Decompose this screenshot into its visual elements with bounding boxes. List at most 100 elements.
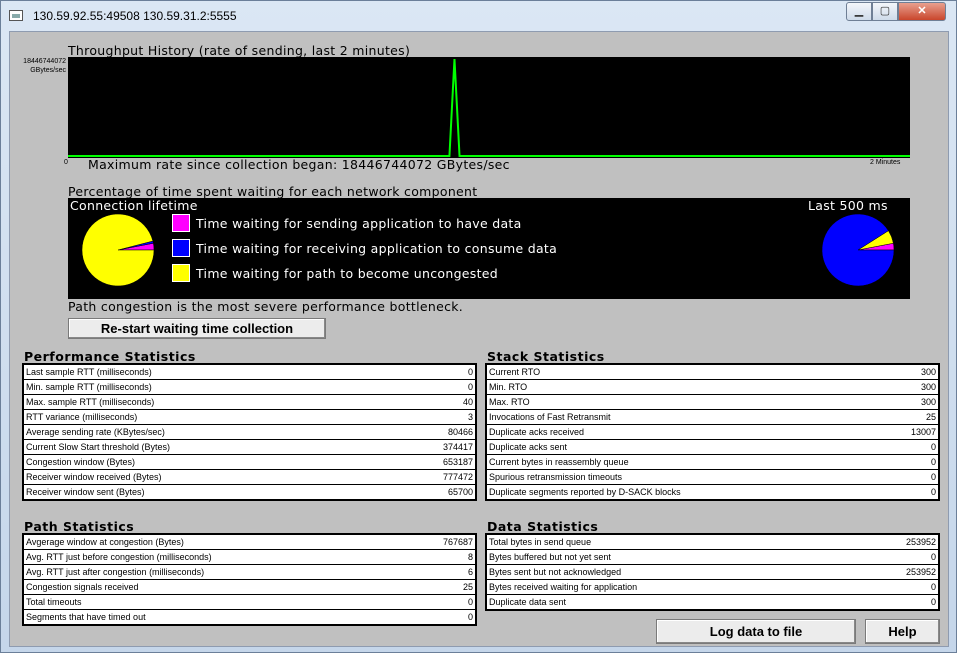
max-rate-text: Maximum rate since collection began: 184… [88, 157, 510, 172]
lifetime-pie-chart [81, 213, 155, 287]
x-max-label: 2 Minutes [870, 159, 901, 166]
stat-label: Current RTO [489, 367, 541, 377]
table-row: Congestion window (Bytes) 653187 [24, 455, 475, 469]
close-button[interactable]: ✕ [898, 2, 946, 21]
path-table: Avgerage window at congestion (Bytes) 767… [22, 533, 477, 626]
stat-value: 0 [467, 612, 473, 622]
stat-value: 653187 [442, 457, 473, 467]
stat-label: Min. RTO [489, 382, 528, 392]
path-title: Path Statistics [24, 519, 135, 534]
stat-value: 25 [925, 412, 936, 422]
table-row: Receiver window received (Bytes) 777472 [24, 470, 475, 484]
table-row: RTT variance (milliseconds) 3 [24, 410, 475, 424]
table-row: Avg. RTT just before congestion (millise… [24, 550, 475, 564]
stat-label: Congestion signals received [26, 582, 139, 592]
table-row: Min. sample RTT (milliseconds) 0 [24, 380, 475, 394]
stat-label: Duplicate acks sent [489, 442, 568, 452]
stat-value: 0 [930, 487, 936, 497]
stat-value: 0 [930, 457, 936, 467]
window-title: 130.59.92.55:49508 130.59.31.2:5555 [33, 9, 237, 23]
bottleneck-text: Path congestion is the most severe perfo… [68, 299, 464, 314]
maximize-button[interactable]: ▢ [872, 2, 898, 21]
stat-label: Max. RTO [489, 397, 530, 407]
waiting-title: Percentage of time spent waiting for eac… [68, 184, 478, 199]
stat-value: 80466 [447, 427, 473, 437]
table-row: Average sending rate (KBytes/sec) 80466 [24, 425, 475, 439]
stat-label: RTT variance (milliseconds) [26, 412, 138, 422]
table-row: Invocations of Fast Retransmit 25 [487, 410, 938, 424]
table-row: Last sample RTT (milliseconds) 0 [24, 365, 475, 379]
stat-label: Congestion window (Bytes) [26, 457, 136, 467]
stat-value: 0 [467, 367, 473, 377]
table-row: Min. RTO 300 [487, 380, 938, 394]
data-title: Data Statistics [487, 519, 599, 534]
table-row: Receiver window sent (Bytes) 65700 [24, 485, 475, 499]
table-row: Current RTO 300 [487, 365, 938, 379]
table-row: Duplicate segments reported by D-SACK bl… [487, 485, 938, 499]
stat-value: 374417 [442, 442, 473, 452]
table-row: Max. sample RTT (milliseconds) 40 [24, 395, 475, 409]
title-bar[interactable]: 130.59.92.55:49508 130.59.31.2:5555 ▁ ▢ … [1, 1, 956, 31]
table-row: Duplicate acks sent 0 [487, 440, 938, 454]
stat-value: 3 [467, 412, 473, 422]
performance-title: Performance Statistics [24, 349, 196, 364]
stat-value: 65700 [447, 487, 473, 497]
throughput-title: Throughput History (rate of sending, las… [68, 43, 411, 58]
stat-label: Segments that have timed out [26, 612, 146, 622]
stat-value: 0 [930, 552, 936, 562]
stat-value: 0 [467, 382, 473, 392]
stat-label: Avg. RTT just before congestion (millise… [26, 552, 212, 562]
performance-table: Last sample RTT (milliseconds) 0 Min. samp… [22, 363, 477, 501]
stat-label: Total bytes in send queue [489, 537, 592, 547]
stat-value: 0 [930, 597, 936, 607]
legend-label-sending-app: Time waiting for sending application to … [196, 216, 522, 231]
stat-label: Bytes received waiting for application [489, 582, 638, 592]
lifetime-pie-slice-2 [81, 213, 155, 287]
stat-label: Avg. RTT just after congestion (millisec… [26, 567, 205, 577]
table-row: Bytes buffered but not yet sent 0 [487, 550, 938, 564]
table-row: Current Slow Start threshold (Bytes) 3744… [24, 440, 475, 454]
data-table: Total bytes in send queue 253952 Bytes buf… [485, 533, 940, 611]
throughput-chart [68, 57, 910, 158]
stat-value: 0 [930, 582, 936, 592]
stat-label: Invocations of Fast Retransmit [489, 412, 611, 422]
stat-label: Avgerage window at congestion (Bytes) [26, 537, 184, 547]
stat-value: 767687 [442, 537, 473, 547]
stat-value: 13007 [910, 427, 936, 437]
app-icon [9, 10, 23, 21]
last-500ms-label: Last 500 ms [808, 198, 888, 213]
stat-value: 6 [467, 567, 473, 577]
throughput-series-line [68, 58, 910, 157]
restart-waiting-button[interactable]: Re-start waiting time collection [68, 318, 326, 339]
table-row: Total bytes in send queue 253952 [487, 535, 938, 549]
stack-title: Stack Statistics [487, 349, 605, 364]
legend-swatch-path [172, 264, 190, 282]
table-row: Spurious retransmission timeouts 0 [487, 470, 938, 484]
stat-label: Current bytes in reassembly queue [489, 457, 629, 467]
stat-value: 8 [467, 552, 473, 562]
stat-label: Min. sample RTT (milliseconds) [26, 382, 152, 392]
table-row: Avg. RTT just after congestion (millisec… [24, 565, 475, 579]
throughput-plot [68, 58, 910, 157]
x-min-label: 0 [64, 159, 68, 166]
minimize-button[interactable]: ▁ [846, 2, 872, 21]
legend-swatch-receiving-app [172, 239, 190, 257]
help-button[interactable]: Help [865, 619, 940, 644]
stat-value: 0 [930, 442, 936, 452]
table-row: Bytes received waiting for application 0 [487, 580, 938, 594]
waiting-panel: Connection lifetime Last 500 ms Time wai… [68, 198, 910, 299]
stat-value: 25 [462, 582, 473, 592]
stat-value: 300 [920, 382, 936, 392]
table-row: Avgerage window at congestion (Bytes) 767… [24, 535, 475, 549]
stat-label: Duplicate data sent [489, 597, 567, 607]
log-data-button[interactable]: Log data to file [656, 619, 856, 644]
stat-value: 300 [920, 367, 936, 377]
lifetime-label: Connection lifetime [70, 198, 198, 213]
stat-label: Last sample RTT (milliseconds) [26, 367, 152, 377]
stat-value: 0 [930, 472, 936, 482]
table-row: Total timeouts 0 [24, 595, 475, 609]
app-window: 130.59.92.55:49508 130.59.31.2:5555 ▁ ▢ … [0, 0, 957, 653]
table-row: Congestion signals received 25 [24, 580, 475, 594]
table-row: Bytes sent but not acknowledged 253952 [487, 565, 938, 579]
stat-label: Total timeouts [26, 597, 82, 607]
